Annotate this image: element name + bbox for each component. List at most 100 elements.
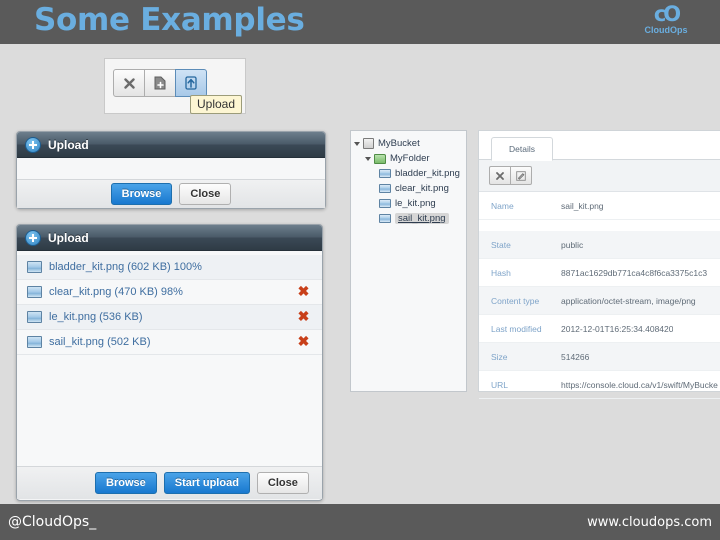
file-icon (379, 199, 391, 208)
twitter-handle: @CloudOps_ (8, 514, 97, 530)
close-button[interactable]: Close (179, 183, 232, 205)
table-row: URL https://console.cloud.ca/v1/swift/My… (479, 371, 720, 399)
toolbar-button-group (113, 69, 207, 97)
page-title: Some Examples (34, 2, 305, 38)
slide-footer: @CloudOps_ www.cloudops.com (0, 504, 720, 540)
details-tabbar: Details (479, 131, 720, 161)
property-key: URL (491, 379, 509, 390)
table-row: Hash 8871ac1629db771ca4c8f6ca3375c1c3 (479, 259, 720, 287)
file-icon (379, 214, 391, 223)
property-value: application/octet-stream, image/png (561, 295, 696, 306)
details-toolbar (479, 160, 720, 192)
table-row: Last modified 2012-12-01T16:25:34.408420 (479, 315, 720, 343)
chevron-down-icon[interactable] (354, 141, 360, 146)
upload-dialog-progress: Upload bladder_kit.png (602 KB) 100% cle… (16, 224, 323, 501)
dialog-body: bladder_kit.png (602 KB) 100% clear_kit.… (17, 251, 322, 466)
tree-node-file[interactable]: clear_kit.png (355, 181, 466, 196)
list-item[interactable]: le_kit.png (536 KB) ✖ (17, 305, 322, 330)
toolbar-widget: Upload (104, 58, 246, 114)
pencil-icon (516, 170, 526, 181)
browse-button[interactable]: Browse (110, 183, 173, 205)
file-label: clear_kit.png (470 KB) 98% (49, 286, 183, 298)
delete-button[interactable] (113, 69, 145, 97)
list-item[interactable]: bladder_kit.png (602 KB) 100% (17, 255, 322, 280)
tree-node-file-selected[interactable]: sail_kit.png (355, 211, 466, 226)
slide-header: Some Examples cO CloudOps (0, 0, 720, 44)
upload-dialog-empty: Upload Browse Close (16, 131, 326, 209)
upload-button[interactable] (175, 69, 207, 97)
property-value[interactable]: https://console.cloud.ca/v1/swift/MyBuck… (561, 380, 718, 390)
file-icon (379, 184, 391, 193)
x-icon (496, 171, 504, 180)
file-icon (27, 336, 42, 348)
property-value: sail_kit.png (561, 200, 604, 211)
list-item[interactable]: sail_kit.png (502 KB) ✖ (17, 330, 322, 355)
upload-tooltip: Upload (190, 95, 243, 114)
cloudops-logo: cO CloudOps (628, 4, 704, 40)
file-label: bladder_kit.png (602 KB) 100% (49, 261, 202, 273)
close-button[interactable]: Close (256, 472, 309, 494)
chevron-down-icon[interactable] (365, 156, 371, 161)
property-value: 514266 (561, 351, 590, 362)
tree-node-file[interactable]: le_kit.png (355, 196, 466, 211)
list-item[interactable]: clear_kit.png (470 KB) 98% ✖ (17, 280, 322, 305)
file-icon (27, 261, 42, 273)
tree-node-file[interactable]: bladder_kit.png (355, 166, 466, 181)
dialog-title-bar: Upload (17, 225, 322, 251)
tree-node-label: MyFolder (390, 153, 430, 164)
table-row: Content type application/octet-stream, i… (479, 287, 720, 315)
table-row: Size 514266 (479, 343, 720, 371)
tree-node-label: le_kit.png (395, 198, 436, 209)
remove-x-icon[interactable]: ✖ (297, 334, 310, 348)
tree-node-label: sail_kit.png (395, 213, 449, 224)
tree-node-label: clear_kit.png (395, 183, 449, 194)
logo-mark-icon: cO (653, 2, 681, 26)
tree-node-bucket[interactable]: MyBucket (354, 136, 466, 151)
property-value: public (561, 239, 584, 250)
property-key: State (491, 239, 511, 250)
slide: Some Examples cO CloudOps Upload Upload … (0, 0, 720, 540)
edit-object-button[interactable] (510, 166, 532, 185)
property-key: Content type (491, 295, 540, 306)
tree-node-label: MyBucket (378, 138, 420, 149)
plus-circle-icon (25, 229, 41, 246)
remove-x-icon[interactable]: ✖ (297, 284, 310, 298)
x-icon (123, 77, 135, 89)
dialog-title-text: Upload (48, 137, 89, 152)
table-row: Name sail_kit.png (479, 192, 720, 220)
file-icon (379, 169, 391, 178)
table-row: State public (479, 231, 720, 259)
file-label: sail_kit.png (502 KB) (49, 336, 151, 348)
dialog-title-text: Upload (48, 230, 89, 245)
remove-x-icon[interactable]: ✖ (297, 309, 310, 323)
tree-node-label: bladder_kit.png (395, 168, 460, 179)
delete-object-button[interactable] (489, 166, 511, 185)
property-key: Size (491, 351, 508, 362)
dialog-title-bar: Upload (17, 132, 325, 158)
tree-node-folder[interactable]: MyFolder (355, 151, 466, 166)
property-value: 2012-12-01T16:25:34.408420 (561, 323, 674, 334)
file-icon (27, 286, 42, 298)
website-url: www.cloudops.com (587, 515, 712, 530)
plus-circle-icon (25, 136, 41, 153)
details-panel: Details Name sail_kit.png State public H… (478, 130, 720, 399)
property-key: Hash (491, 267, 511, 278)
bucket-icon (363, 138, 374, 149)
dialog-footer: Browse Close (17, 179, 325, 208)
property-key: Name (491, 200, 514, 211)
table-divider (479, 220, 720, 231)
property-key: Last modified (491, 323, 542, 334)
new-file-button[interactable] (144, 69, 176, 97)
logo-wordmark: CloudOps (644, 25, 688, 35)
file-label: le_kit.png (536 KB) (49, 311, 143, 323)
file-icon (27, 311, 42, 323)
browse-button[interactable]: Browse (95, 472, 157, 494)
object-properties-table: Name sail_kit.png State public Hash 8871… (479, 192, 720, 399)
object-tree: MyBucket MyFolder bladder_kit.png clear_… (351, 131, 466, 226)
dialog-body (17, 158, 325, 179)
start-upload-button[interactable]: Start upload (163, 472, 250, 494)
folder-icon (374, 153, 386, 164)
property-value: 8871ac1629db771ca4c8f6ca3375c1c3 (561, 267, 708, 278)
file-plus-icon (154, 76, 166, 90)
tab-details[interactable]: Details (491, 137, 553, 161)
